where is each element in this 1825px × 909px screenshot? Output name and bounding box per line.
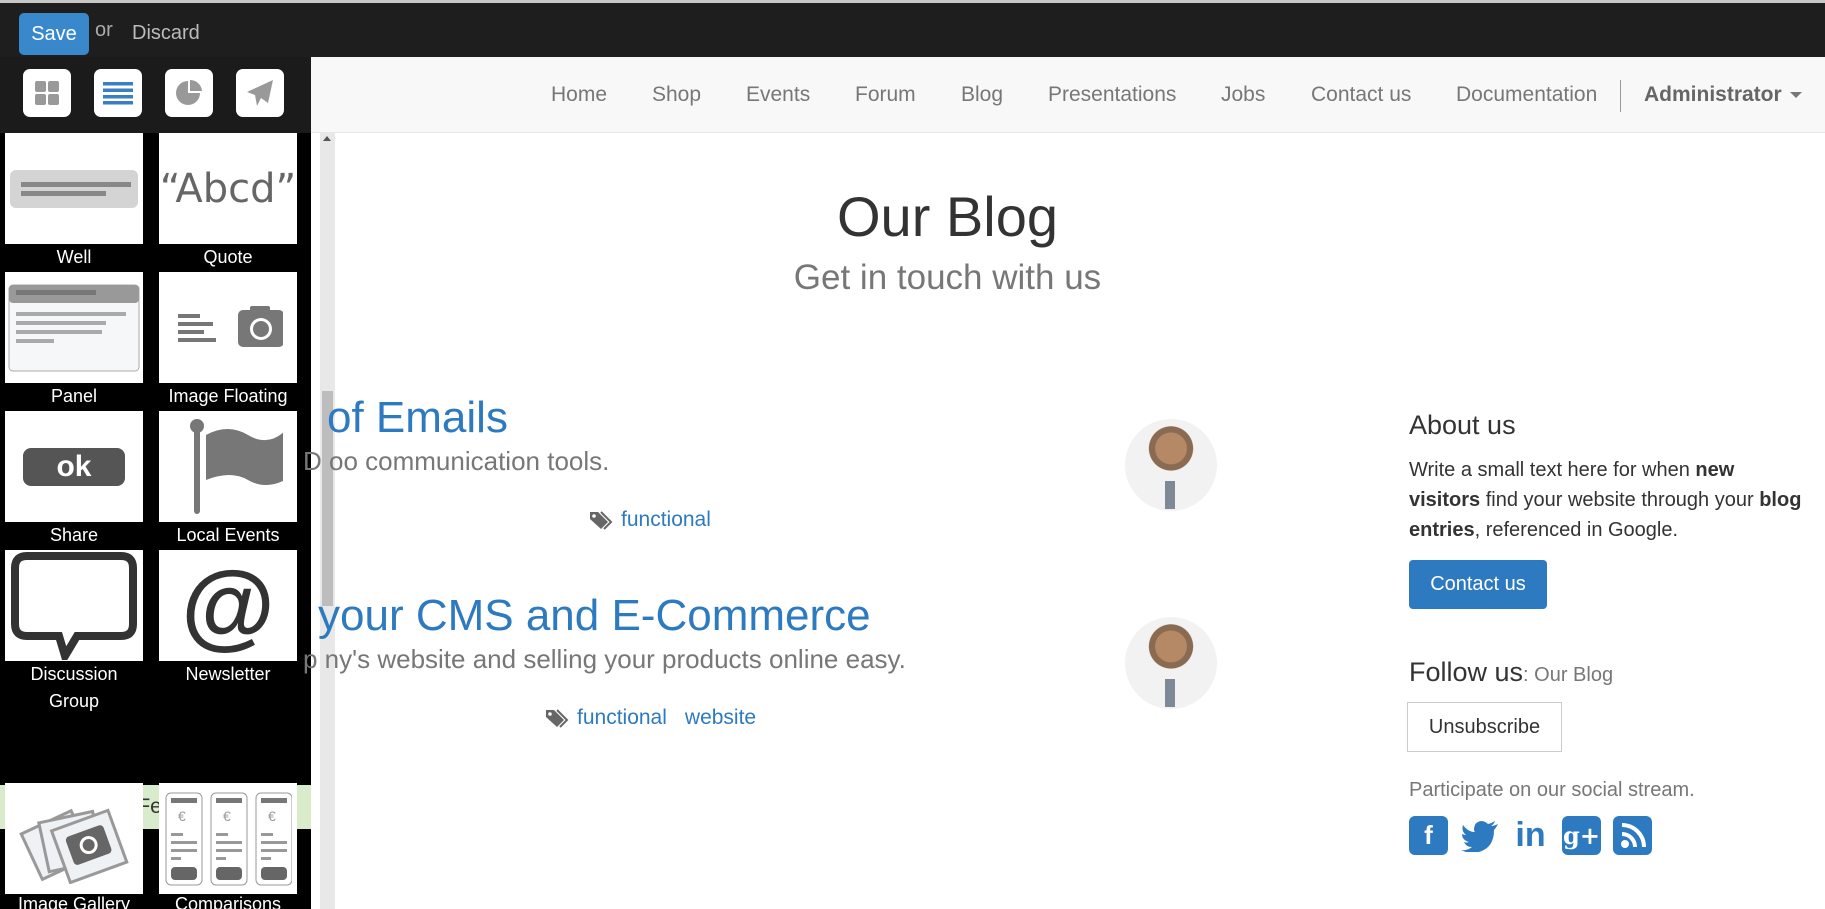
google-plus-icon[interactable]: g+ bbox=[1562, 816, 1601, 855]
svg-text:€: € bbox=[223, 808, 231, 824]
linkedin-icon[interactable]: in bbox=[1511, 816, 1550, 855]
speech-bubble-icon bbox=[11, 551, 137, 660]
participate-text: Participate on our social stream. bbox=[1409, 779, 1695, 801]
page-title: Our Blog bbox=[837, 185, 1058, 248]
nav-contact-us[interactable]: Contact us bbox=[1311, 83, 1411, 107]
snippet-image-floating[interactable]: Image Floating bbox=[159, 272, 297, 410]
unsubscribe-button[interactable]: Unsubscribe bbox=[1407, 702, 1562, 752]
snippet-quote[interactable]: “Abcd” Quote bbox=[159, 133, 297, 271]
page-subtitle: Get in touch with us bbox=[793, 258, 1102, 297]
quote-icon: “Abcd” bbox=[159, 165, 297, 212]
snippets-sidebar: Well “Abcd” Quote Panel Image Floating o… bbox=[0, 57, 311, 909]
author-avatar bbox=[1125, 617, 1217, 709]
or-label: or bbox=[95, 19, 113, 41]
author-avatar bbox=[1125, 419, 1217, 511]
post-tags: functional website bbox=[545, 706, 766, 730]
svg-text:€: € bbox=[178, 808, 186, 824]
comparisons-icon: € € € bbox=[165, 792, 292, 885]
snippet-newsletter[interactable]: @ Newsletter bbox=[159, 550, 297, 688]
rss-icon[interactable] bbox=[1613, 816, 1652, 855]
image-gallery-icon bbox=[19, 807, 129, 884]
svg-text:€: € bbox=[268, 808, 276, 824]
editor-bar: Save or Discard bbox=[0, 0, 1825, 57]
snippet-comparisons[interactable]: € € € bbox=[159, 783, 297, 894]
snippet-well[interactable]: Well bbox=[5, 133, 143, 271]
about-heading: About us bbox=[1409, 410, 1516, 440]
post-title[interactable]: of Emails bbox=[327, 393, 508, 443]
snippet-share[interactable]: ok Share bbox=[5, 411, 143, 549]
paper-plane-icon bbox=[247, 80, 273, 106]
facebook-icon[interactable]: f bbox=[1409, 816, 1448, 855]
tab-effect[interactable] bbox=[236, 69, 284, 117]
well-icon bbox=[10, 169, 138, 208]
tag-link[interactable]: website bbox=[685, 706, 756, 730]
post-teaser: D oo communication tools. bbox=[303, 446, 610, 476]
tags-icon bbox=[590, 511, 613, 530]
about-text: Write a small text here for when new vis… bbox=[1409, 459, 1802, 541]
nav-documentation[interactable]: Documentation bbox=[1456, 83, 1597, 107]
tag-link[interactable]: functional bbox=[577, 706, 667, 730]
user-name: Administrator bbox=[1644, 83, 1782, 106]
nav-home[interactable]: Home bbox=[551, 83, 607, 107]
save-button[interactable]: Save bbox=[19, 13, 89, 55]
twitter-icon[interactable] bbox=[1460, 816, 1499, 855]
snippet-image-gallery[interactable] bbox=[5, 783, 143, 894]
pie-chart-icon bbox=[176, 79, 202, 105]
tab-content[interactable] bbox=[94, 69, 142, 117]
follow-heading: Follow us: Our Blog bbox=[1409, 657, 1614, 687]
share-icon: ok bbox=[23, 447, 125, 486]
user-menu[interactable]: Administrator bbox=[1644, 83, 1802, 107]
image-floating-icon bbox=[178, 305, 283, 347]
contact-us-button[interactable]: Contact us bbox=[1409, 560, 1547, 609]
tab-feature[interactable] bbox=[165, 69, 213, 117]
sidebar-scrollbar[interactable] bbox=[320, 133, 335, 909]
scroll-up-arrow-icon[interactable] bbox=[323, 136, 331, 141]
tags-icon bbox=[546, 709, 569, 728]
post-teaser: p ny's website and selling your products… bbox=[303, 644, 906, 674]
tab-structure[interactable] bbox=[23, 69, 71, 117]
nav-presentations[interactable]: Presentations bbox=[1048, 83, 1176, 107]
nav-shop[interactable]: Shop bbox=[652, 83, 701, 107]
sidebar-tabs bbox=[0, 57, 311, 133]
snippet-comparisons-label: Comparisons bbox=[174, 894, 282, 909]
snippet-discussion-group[interactable]: Discussion Group bbox=[5, 550, 143, 715]
snippet-panel[interactable]: Panel bbox=[5, 272, 143, 410]
post-tags: functional bbox=[589, 508, 721, 532]
tag-link[interactable]: functional bbox=[621, 508, 711, 532]
post-title[interactable]: your CMS and E-Commerce bbox=[318, 591, 871, 641]
nav-events[interactable]: Events bbox=[746, 83, 810, 107]
discard-button[interactable]: Discard bbox=[132, 22, 200, 45]
flag-icon bbox=[190, 418, 283, 514]
social-links: f in g+ bbox=[1409, 816, 1652, 855]
nav-forum[interactable]: Forum bbox=[855, 83, 916, 107]
nav-divider bbox=[1620, 80, 1621, 112]
grid-icon bbox=[35, 81, 59, 105]
caret-down-icon bbox=[1789, 92, 1802, 99]
nav-blog[interactable]: Blog bbox=[961, 83, 1003, 107]
nav-jobs[interactable]: Jobs bbox=[1221, 83, 1265, 107]
at-sign-icon: @ bbox=[181, 551, 275, 659]
snippet-local-events[interactable]: Local Events bbox=[159, 411, 297, 549]
list-icon bbox=[103, 82, 133, 105]
panel-icon bbox=[8, 284, 140, 371]
snippet-image-gallery-label: Image Gallery bbox=[17, 894, 131, 909]
